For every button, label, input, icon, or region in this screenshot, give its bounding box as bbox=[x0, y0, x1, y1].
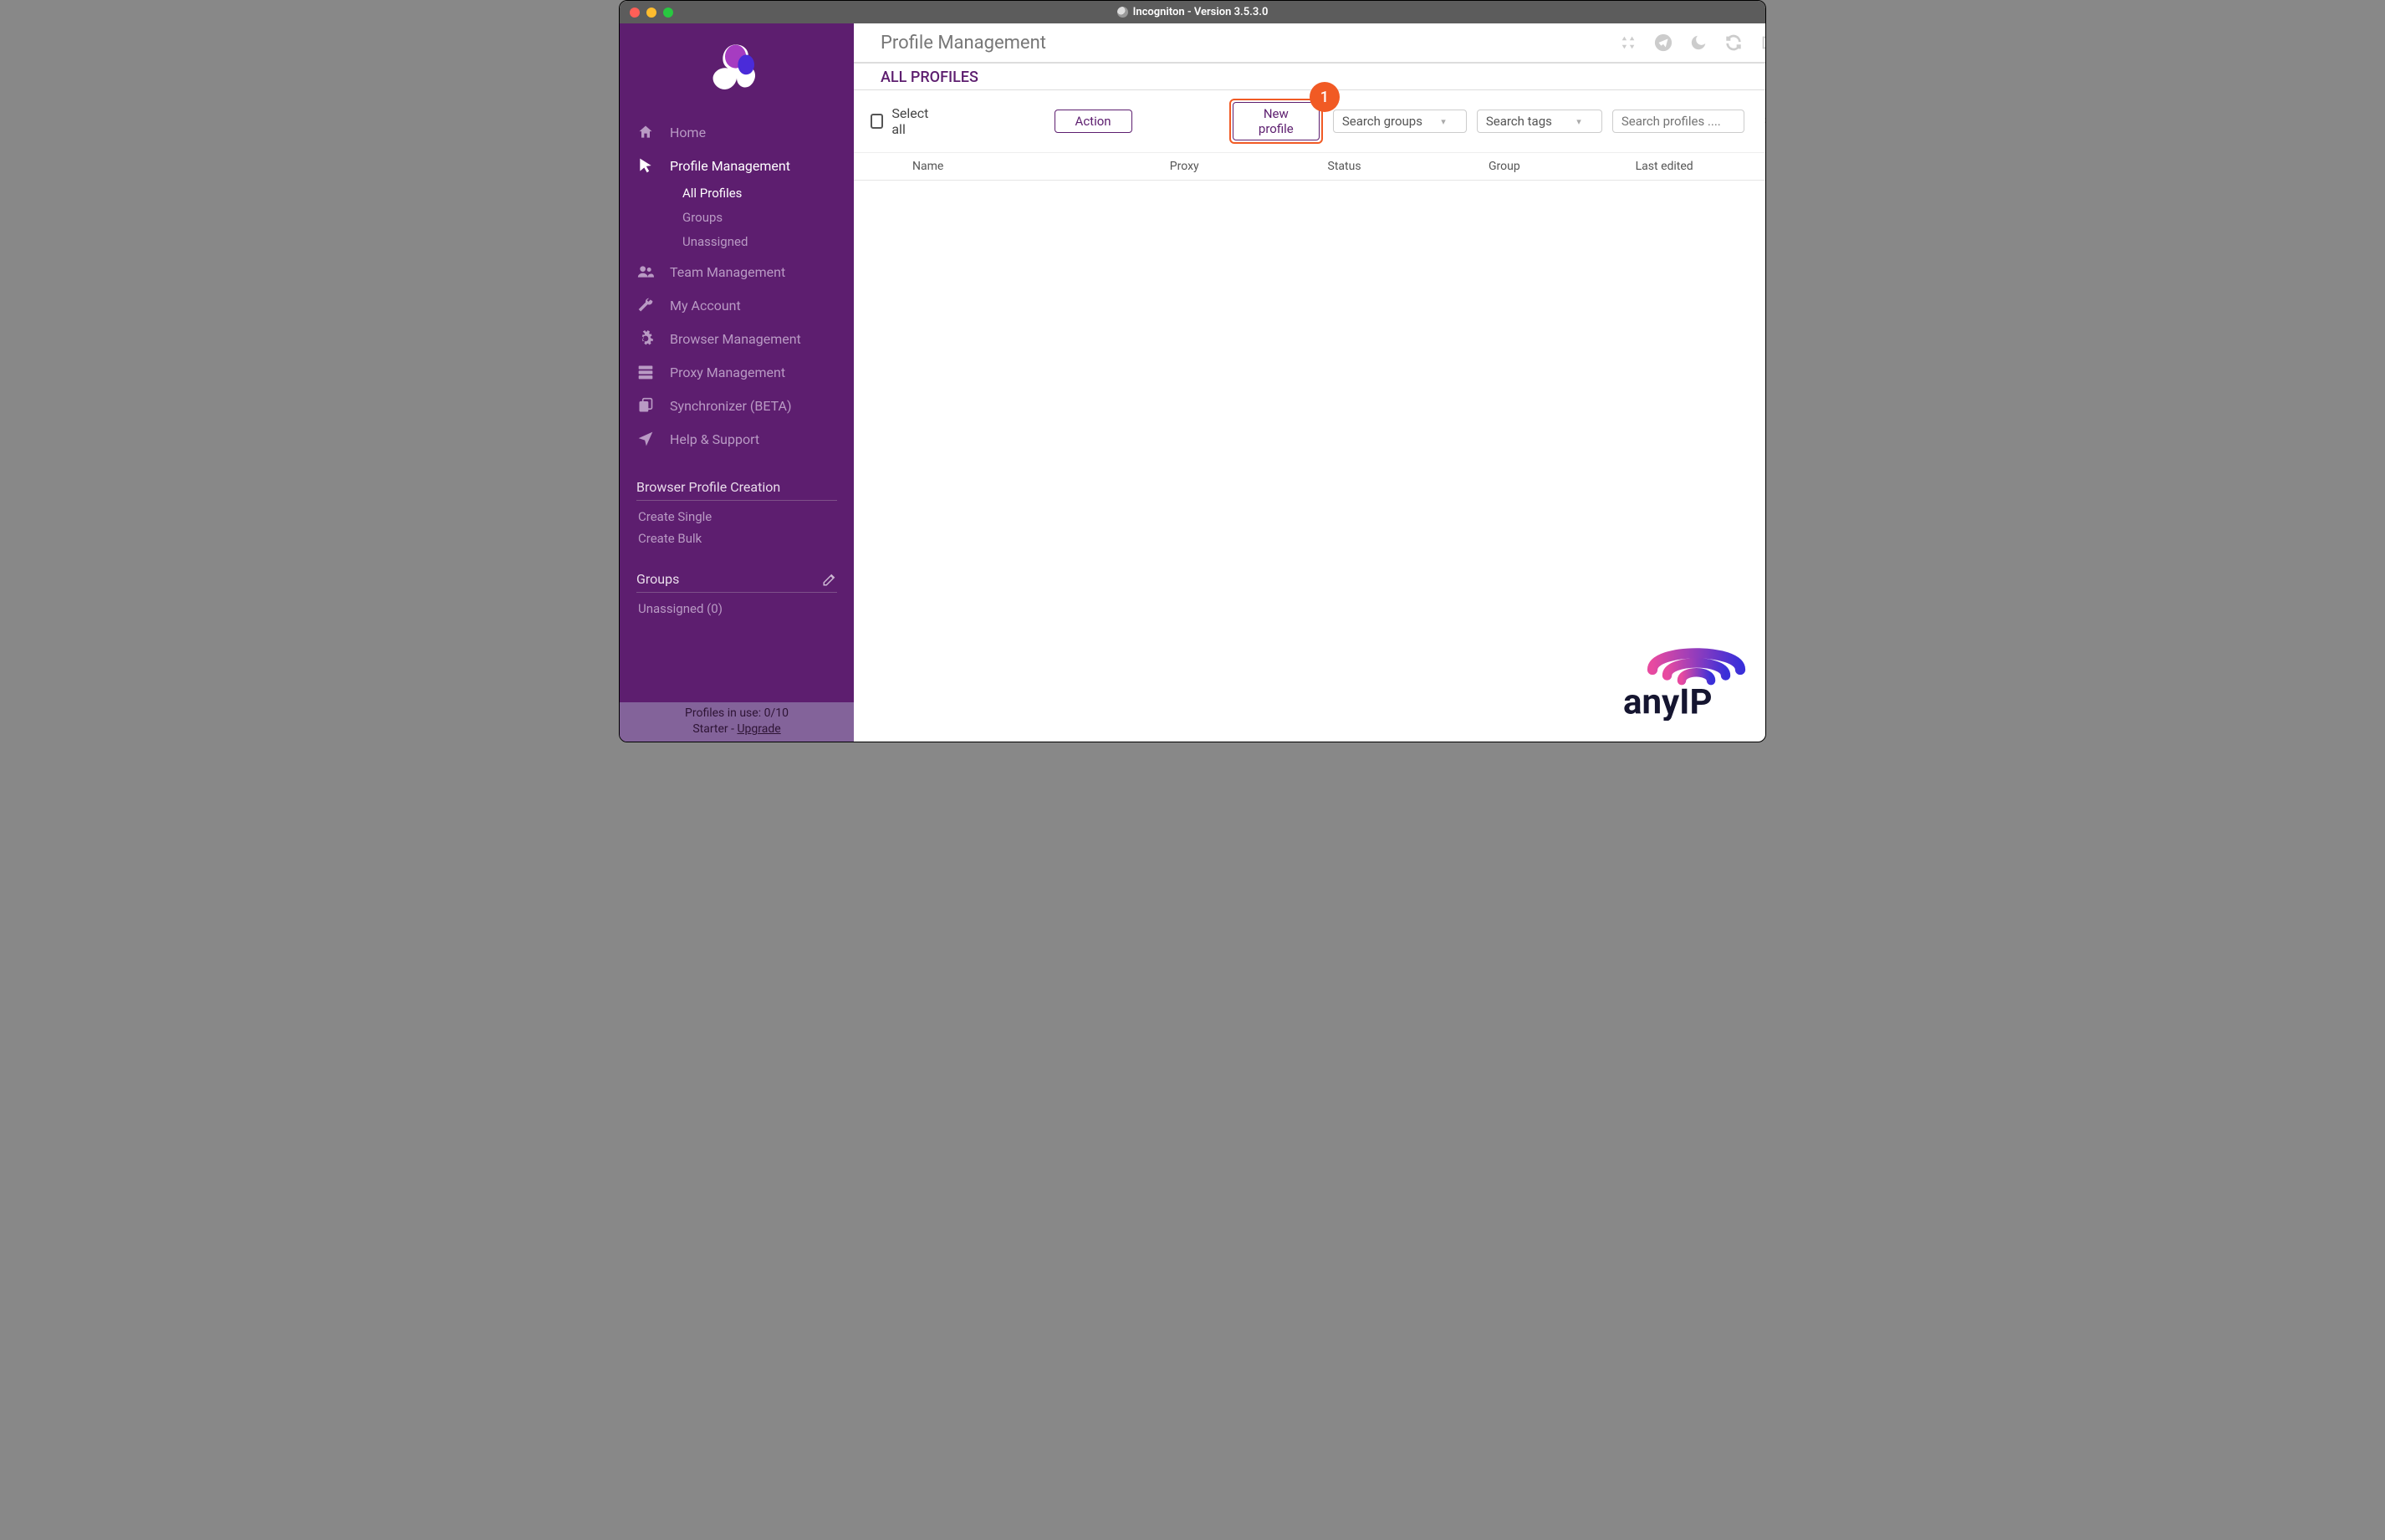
select-all-label: Select all bbox=[891, 105, 935, 137]
callout-badge: 1 bbox=[1310, 82, 1340, 112]
chevron-down-icon: ▾ bbox=[1441, 116, 1446, 127]
sidebar: Home Profile Management All Profiles Gro… bbox=[620, 23, 854, 742]
recycle-icon[interactable] bbox=[1619, 33, 1637, 52]
home-icon bbox=[636, 124, 655, 140]
profiles-in-use-label: Profiles in use: bbox=[685, 706, 764, 720]
app-window: Incogniton - Version 3.5.3.0 Home bbox=[619, 0, 1766, 742]
anyip-watermark: anyIP bbox=[1623, 640, 1765, 721]
window-title: Incogniton - Version 3.5.3.0 bbox=[620, 6, 1765, 18]
create-single-link[interactable]: Create Single bbox=[620, 504, 854, 526]
sidebar-item-label: Synchronizer (BETA) bbox=[670, 398, 792, 414]
cursor-icon bbox=[636, 157, 655, 174]
column-proxy[interactable]: Proxy bbox=[1105, 160, 1264, 173]
column-status[interactable]: Status bbox=[1264, 160, 1424, 173]
sidebar-item-home[interactable]: Home bbox=[620, 115, 854, 149]
sidebar-item-label: Help & Support bbox=[670, 431, 759, 447]
server-icon bbox=[636, 364, 655, 380]
sidebar-subitem-unassigned[interactable]: Unassigned bbox=[670, 231, 854, 255]
table-header: Name Proxy Status Group Last edited bbox=[854, 153, 1765, 181]
profile-management-subitems: All Profiles Groups Unassigned bbox=[620, 182, 854, 255]
status-bar: Profiles in use: 0/10 Starter - Upgrade bbox=[620, 702, 854, 742]
sidebar-item-browser-management[interactable]: Browser Management bbox=[620, 322, 854, 355]
window-title-text: Incogniton - Version 3.5.3.0 bbox=[1133, 6, 1269, 18]
sidebar-item-label: Home bbox=[670, 125, 706, 140]
action-button[interactable]: Action bbox=[1055, 110, 1132, 133]
sidebar-subitem-all-profiles[interactable]: All Profiles bbox=[670, 182, 854, 207]
edit-groups-icon[interactable] bbox=[822, 572, 837, 587]
page-title: Profile Management bbox=[881, 33, 1046, 54]
section-header-label: Groups bbox=[636, 571, 679, 587]
sidebar-item-my-account[interactable]: My Account bbox=[620, 288, 854, 322]
search-tags-select[interactable]: Search tags ▾ bbox=[1477, 110, 1602, 133]
sidebar-item-proxy-management[interactable]: Proxy Management bbox=[620, 355, 854, 389]
moon-icon[interactable] bbox=[1689, 33, 1708, 52]
sidebar-subitem-groups[interactable]: Groups bbox=[670, 207, 854, 231]
profiles-in-use-value: 0/10 bbox=[764, 706, 789, 720]
sidebar-item-synchronizer[interactable]: Synchronizer (BETA) bbox=[620, 389, 854, 422]
sidebar-item-profile-management[interactable]: Profile Management bbox=[620, 149, 854, 182]
users-icon bbox=[636, 263, 655, 280]
toolbar: Select all Action New profile 1 Search g… bbox=[854, 90, 1765, 153]
create-bulk-link[interactable]: Create Bulk bbox=[620, 526, 854, 548]
callout-highlight: New profile bbox=[1229, 99, 1323, 144]
incogniton-logo bbox=[707, 40, 766, 99]
titlebar: Incogniton - Version 3.5.3.0 bbox=[620, 1, 1765, 23]
search-tags-placeholder: Search tags bbox=[1486, 114, 1552, 129]
column-group[interactable]: Group bbox=[1424, 160, 1584, 173]
logo-area bbox=[620, 23, 854, 115]
refresh-icon[interactable] bbox=[1724, 33, 1743, 52]
plan-label: Starter - bbox=[692, 722, 737, 736]
search-profiles-input[interactable] bbox=[1612, 110, 1744, 133]
section-header-profile-creation: Browser Profile Creation bbox=[636, 479, 837, 501]
group-item-unassigned[interactable]: Unassigned (0) bbox=[620, 596, 854, 618]
column-name[interactable]: Name bbox=[904, 160, 1105, 173]
sidebar-item-label: Proxy Management bbox=[670, 365, 785, 380]
search-groups-select[interactable]: Search groups ▾ bbox=[1333, 110, 1467, 133]
table-settings-icon[interactable] bbox=[1759, 112, 1765, 130]
upgrade-link[interactable]: Upgrade bbox=[737, 722, 780, 736]
sidebar-item-label: My Account bbox=[670, 298, 741, 314]
sidebar-item-help-support[interactable]: Help & Support bbox=[620, 422, 854, 456]
select-all[interactable]: Select all bbox=[871, 105, 936, 137]
select-all-checkbox[interactable] bbox=[871, 114, 883, 129]
subheader: ALL PROFILES bbox=[854, 64, 1765, 90]
wrench-icon bbox=[636, 297, 655, 314]
anyip-text: anyIP bbox=[1623, 681, 1713, 721]
search-groups-placeholder: Search groups bbox=[1342, 114, 1422, 129]
location-arrow-icon bbox=[636, 431, 655, 447]
main-header: Profile Management bbox=[854, 23, 1765, 64]
nav: Home Profile Management All Profiles Gro… bbox=[620, 115, 854, 456]
chevron-down-icon: ▾ bbox=[1576, 116, 1581, 127]
section-header-label: Browser Profile Creation bbox=[636, 479, 780, 495]
column-last-edited[interactable]: Last edited bbox=[1585, 160, 1744, 173]
sidebar-item-team-management[interactable]: Team Management bbox=[620, 255, 854, 288]
copy-icon bbox=[636, 397, 655, 414]
telegram-icon[interactable] bbox=[1654, 33, 1673, 52]
sidebar-item-label: Team Management bbox=[670, 264, 785, 280]
new-profile-button[interactable]: New profile bbox=[1233, 102, 1320, 140]
header-icons bbox=[1619, 33, 1765, 52]
cog-icon bbox=[636, 330, 655, 347]
main-content: Profile Management ALL PROFILES Select a… bbox=[854, 23, 1765, 742]
logout-icon[interactable] bbox=[1759, 33, 1765, 52]
sidebar-item-label: Profile Management bbox=[670, 158, 790, 174]
new-profile-wrap: New profile 1 bbox=[1229, 99, 1323, 144]
sidebar-item-label: Browser Management bbox=[670, 331, 801, 347]
app-icon bbox=[1117, 7, 1128, 18]
section-header-groups: Groups bbox=[636, 571, 837, 593]
